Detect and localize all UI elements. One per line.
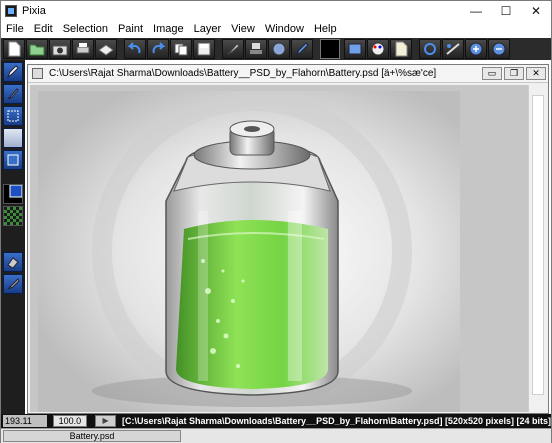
scrollbar-thumb[interactable] — [532, 95, 544, 395]
tool-palette — [1, 60, 25, 414]
doc-restore-button[interactable]: ❐ — [504, 67, 524, 80]
pixia-logo-icon — [5, 4, 17, 17]
main-toolbar — [1, 38, 551, 60]
redo-icon[interactable] — [147, 39, 169, 59]
copy-icon[interactable] — [170, 39, 192, 59]
pattern-icon[interactable] — [3, 206, 23, 226]
printer-icon[interactable] — [72, 39, 94, 59]
title-bar: Pixia — ☐ ✕ — [1, 1, 551, 20]
app-window: Pixia — ☐ ✕ File Edit Selection Paint Im… — [0, 0, 552, 443]
minimize-button[interactable]: — — [461, 1, 491, 20]
document-icon[interactable] — [390, 39, 412, 59]
window-controls: — ☐ ✕ — [461, 1, 551, 20]
menu-view[interactable]: View — [226, 20, 260, 38]
document-title-bar: C:\Users\Rajat Sharma\Downloads\Battery_… — [28, 65, 548, 83]
zoom-apply-button[interactable]: ▶ — [95, 415, 117, 427]
menu-image[interactable]: Image — [148, 20, 189, 38]
document-taskbar: Battery.psd — [1, 428, 551, 443]
image-canvas[interactable] — [30, 85, 528, 412]
menu-edit[interactable]: Edit — [29, 20, 58, 38]
undo-icon[interactable] — [124, 39, 146, 59]
document-icon — [32, 68, 43, 79]
camera-icon[interactable] — [49, 39, 71, 59]
eraser-icon[interactable] — [3, 252, 23, 272]
save-icon[interactable] — [193, 39, 215, 59]
window-title: Pixia — [22, 4, 46, 17]
open-folder-icon[interactable] — [26, 39, 48, 59]
zoom-in-icon[interactable] — [465, 39, 487, 59]
vertical-scrollbar[interactable] — [528, 85, 546, 412]
task-item-battery[interactable]: Battery.psd — [3, 430, 181, 442]
file-info: [C:\Users\Rajat Sharma\Downloads\Battery… — [122, 416, 551, 426]
pen-tool-icon[interactable] — [3, 62, 23, 82]
menu-file[interactable]: File — [1, 20, 29, 38]
menu-bar: File Edit Selection Paint Image Layer Vi… — [1, 20, 551, 38]
battery-image — [38, 91, 460, 412]
new-file-icon[interactable] — [3, 39, 25, 59]
gradient-icon[interactable] — [3, 128, 23, 148]
zoom-out-icon[interactable] — [488, 39, 510, 59]
menu-window[interactable]: Window — [260, 20, 309, 38]
menu-paint[interactable]: Paint — [113, 20, 148, 38]
menu-layer[interactable]: Layer — [189, 20, 227, 38]
pen-icon[interactable] — [291, 39, 313, 59]
document-controls: ▭ ❐ ✕ — [480, 67, 546, 80]
brush-tool-icon[interactable] — [222, 39, 244, 59]
smudge-icon[interactable] — [3, 274, 23, 294]
adjust-icon[interactable] — [442, 39, 464, 59]
close-button[interactable]: ✕ — [521, 1, 551, 20]
palette-icon[interactable] — [367, 39, 389, 59]
status-bar: 193.11 100.0 ▶ [C:\Users\Rajat Sharma\Do… — [1, 414, 551, 428]
brush-tool-icon[interactable] — [3, 84, 23, 104]
color-swatch[interactable] — [320, 39, 340, 59]
menu-help[interactable]: Help — [309, 20, 342, 38]
cursor-coordinates: 193.11 — [3, 415, 47, 427]
document-title: C:\Users\Rajat Sharma\Downloads\Battery_… — [49, 68, 437, 79]
rotate-icon[interactable] — [419, 39, 441, 59]
zoom-field[interactable]: 100.0 — [52, 415, 88, 427]
stamp-icon[interactable] — [245, 39, 267, 59]
doc-close-button[interactable]: ✕ — [526, 67, 546, 80]
rectangle-select-icon[interactable] — [3, 106, 23, 126]
square-tool-icon[interactable] — [3, 150, 23, 170]
doc-minimize-button[interactable]: ▭ — [482, 67, 502, 80]
layers-icon[interactable] — [344, 39, 366, 59]
maximize-button[interactable]: ☐ — [491, 1, 521, 20]
sphere-icon[interactable] — [268, 39, 290, 59]
color-picker-icon[interactable] — [3, 184, 23, 204]
menu-selection[interactable]: Selection — [58, 20, 113, 38]
document-window: C:\Users\Rajat Sharma\Downloads\Battery_… — [27, 64, 549, 414]
scanner-icon[interactable] — [95, 39, 117, 59]
